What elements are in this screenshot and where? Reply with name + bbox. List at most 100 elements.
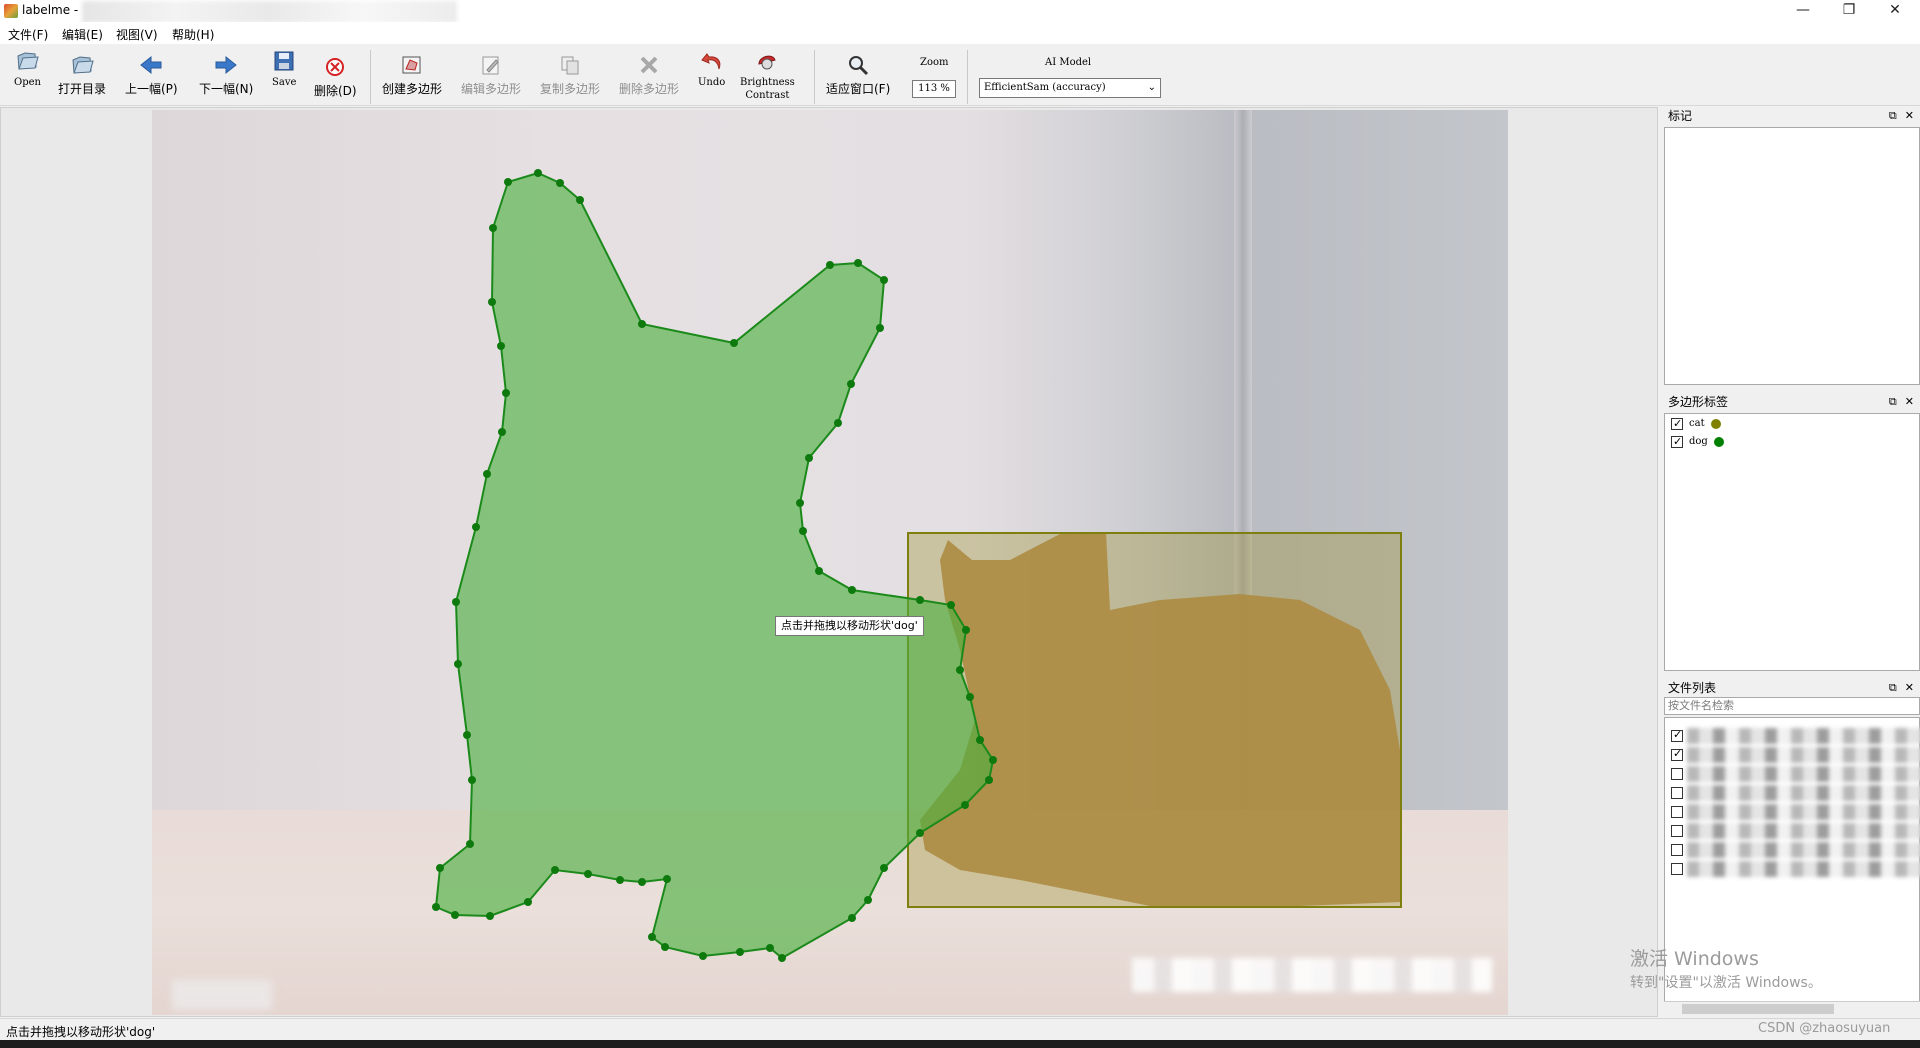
checkbox[interactable] <box>1671 786 1683 799</box>
open-file-icon <box>17 52 40 70</box>
file-row[interactable] <box>1671 747 1920 763</box>
polygon-labels-dock: 多边形标签 ⧉✕ cat dog <box>1662 393 1920 673</box>
menu-bar: 文件(F) 编辑(E) 视图(V) 帮助(H) <box>0 22 1920 44</box>
flags-dock: 标记 ⧉ ✕ <box>1662 107 1920 387</box>
canvas-tooltip: 点击并拖拽以移动形状'dog' <box>775 616 924 636</box>
dock-controls: ⧉ ✕ <box>1881 107 1914 125</box>
undo-button[interactable]: Undo <box>698 50 725 89</box>
title-redacted-blur <box>82 1 457 23</box>
ai-model-select[interactable]: EfficientSam (accuracy) ⌄ <box>979 78 1161 98</box>
labelme-app-icon <box>4 4 18 18</box>
edit-pencil-icon <box>482 56 499 75</box>
label-item-dog[interactable]: dog <box>1671 434 1724 450</box>
menu-view[interactable]: 视图(V) <box>116 26 158 43</box>
edit-polygon-button[interactable]: 编辑多边形 <box>461 54 521 97</box>
zoom-label: Zoom <box>920 57 949 68</box>
brightness-contrast-button[interactable]: Brightness Contrast <box>740 50 795 102</box>
next-label: 下一幅(N) <box>199 82 254 96</box>
window-title: labelme - <box>22 3 79 17</box>
checkbox[interactable] <box>1671 434 1683 450</box>
checkbox[interactable] <box>1671 805 1683 818</box>
close-window-button[interactable]: ✕ <box>1872 0 1918 22</box>
delete-x-icon <box>640 56 658 74</box>
arrow-right-icon <box>215 55 237 75</box>
brightness-contrast-icon <box>758 55 777 70</box>
ai-model-value: EfficientSam (accuracy) <box>984 82 1106 93</box>
open-dir-label: 打开目录 <box>58 82 107 96</box>
brightness-label: Brightness <box>740 77 795 88</box>
next-image-button[interactable]: 下一幅(N) <box>199 54 253 97</box>
file-name-blurred <box>1687 823 1920 839</box>
open-folder-icon <box>72 56 94 74</box>
file-search-input[interactable]: 按文件名检索 <box>1664 697 1920 715</box>
file-row[interactable] <box>1671 842 1920 858</box>
copy-polygon-button[interactable]: 复制多边形 <box>540 54 600 97</box>
save-label: Save <box>272 77 297 88</box>
fit-window-label: 适应窗口(F) <box>826 82 891 96</box>
file-row[interactable] <box>1671 861 1920 877</box>
create-polygon-label: 创建多边形 <box>382 82 443 96</box>
taskbar <box>0 1040 1920 1048</box>
restore-button[interactable]: ❐ <box>1826 0 1872 22</box>
create-polygon-button[interactable]: 创建多边形 <box>382 54 442 97</box>
menu-file[interactable]: 文件(F) <box>8 26 48 43</box>
file-row[interactable] <box>1671 728 1920 744</box>
minimize-button[interactable]: — <box>1780 0 1826 22</box>
delete-file-button[interactable]: 删除(D) <box>314 56 357 99</box>
dock-controls: ⧉ ✕ <box>1881 393 1914 411</box>
close-icon[interactable]: ✕ <box>1905 681 1914 694</box>
checkbox[interactable] <box>1671 824 1683 837</box>
checkbox[interactable] <box>1671 747 1683 761</box>
checkbox[interactable] <box>1671 728 1683 742</box>
prev-image-button[interactable]: 上一幅(P) <box>125 54 178 97</box>
file-name-blurred <box>1687 785 1920 801</box>
title-bar: labelme - — ❐ ✕ <box>0 0 1920 23</box>
fit-window-button[interactable]: 适应窗口(F) <box>826 54 890 97</box>
toolbar-separator <box>967 50 968 104</box>
float-icon[interactable]: ⧉ <box>1889 681 1897 694</box>
file-name-blurred <box>1687 804 1920 820</box>
ai-model-label: AI Model <box>1045 57 1092 68</box>
delete-circle-icon <box>326 58 345 76</box>
checkbox[interactable] <box>1671 416 1683 432</box>
file-name-blurred <box>1687 747 1920 763</box>
status-text: 点击并拖拽以移动形状'dog' <box>6 1025 156 1039</box>
checkbox[interactable] <box>1671 862 1683 875</box>
save-button[interactable]: Save <box>272 50 296 89</box>
close-icon[interactable]: ✕ <box>1905 395 1914 408</box>
menu-edit[interactable]: 编辑(E) <box>62 26 103 43</box>
status-bar: 点击并拖拽以移动形状'dog' <box>0 1018 1920 1040</box>
open-button[interactable]: Open <box>14 50 41 89</box>
float-icon[interactable]: ⧉ <box>1889 395 1897 408</box>
undo-label: Undo <box>698 77 726 88</box>
wall-corner <box>1234 110 1252 810</box>
float-icon[interactable]: ⧉ <box>1889 109 1897 122</box>
toolbar-separator <box>814 50 815 104</box>
file-row[interactable] <box>1671 766 1920 782</box>
file-row[interactable] <box>1671 823 1920 839</box>
contrast-label: Contrast <box>745 90 790 101</box>
activation-watermark: 激活 Windows <box>1630 948 1759 970</box>
chevron-down-icon: ⌄ <box>1147 82 1156 93</box>
checkbox[interactable] <box>1671 767 1683 780</box>
open-dir-button[interactable]: 打开目录 <box>58 54 106 97</box>
file-name-blurred <box>1687 842 1920 858</box>
scrollbar-thumb[interactable] <box>1682 1004 1834 1014</box>
delete-polygon-button[interactable]: 删除多边形 <box>619 54 679 97</box>
csdn-watermark: CSDN @zhaosuyuan <box>1758 1021 1891 1036</box>
image-photo <box>152 110 1508 1015</box>
file-name-blurred <box>1687 766 1920 782</box>
zoom-input[interactable]: 113 % <box>912 80 956 98</box>
edit-polygon-label: 编辑多边形 <box>461 82 522 96</box>
file-row[interactable] <box>1671 785 1920 801</box>
file-row[interactable] <box>1671 804 1920 820</box>
flags-list[interactable] <box>1664 127 1920 385</box>
close-icon[interactable]: ✕ <box>1905 109 1914 122</box>
checkbox[interactable] <box>1671 843 1683 856</box>
menu-help[interactable]: 帮助(H) <box>172 26 214 43</box>
file-name-blurred <box>1687 728 1920 744</box>
polygon-labels-list[interactable]: cat dog <box>1664 413 1920 671</box>
file-list-scrollbar[interactable] <box>1664 1001 1920 1015</box>
delete-file-label: 删除(D) <box>314 84 357 98</box>
label-item-cat[interactable]: cat <box>1671 416 1721 432</box>
